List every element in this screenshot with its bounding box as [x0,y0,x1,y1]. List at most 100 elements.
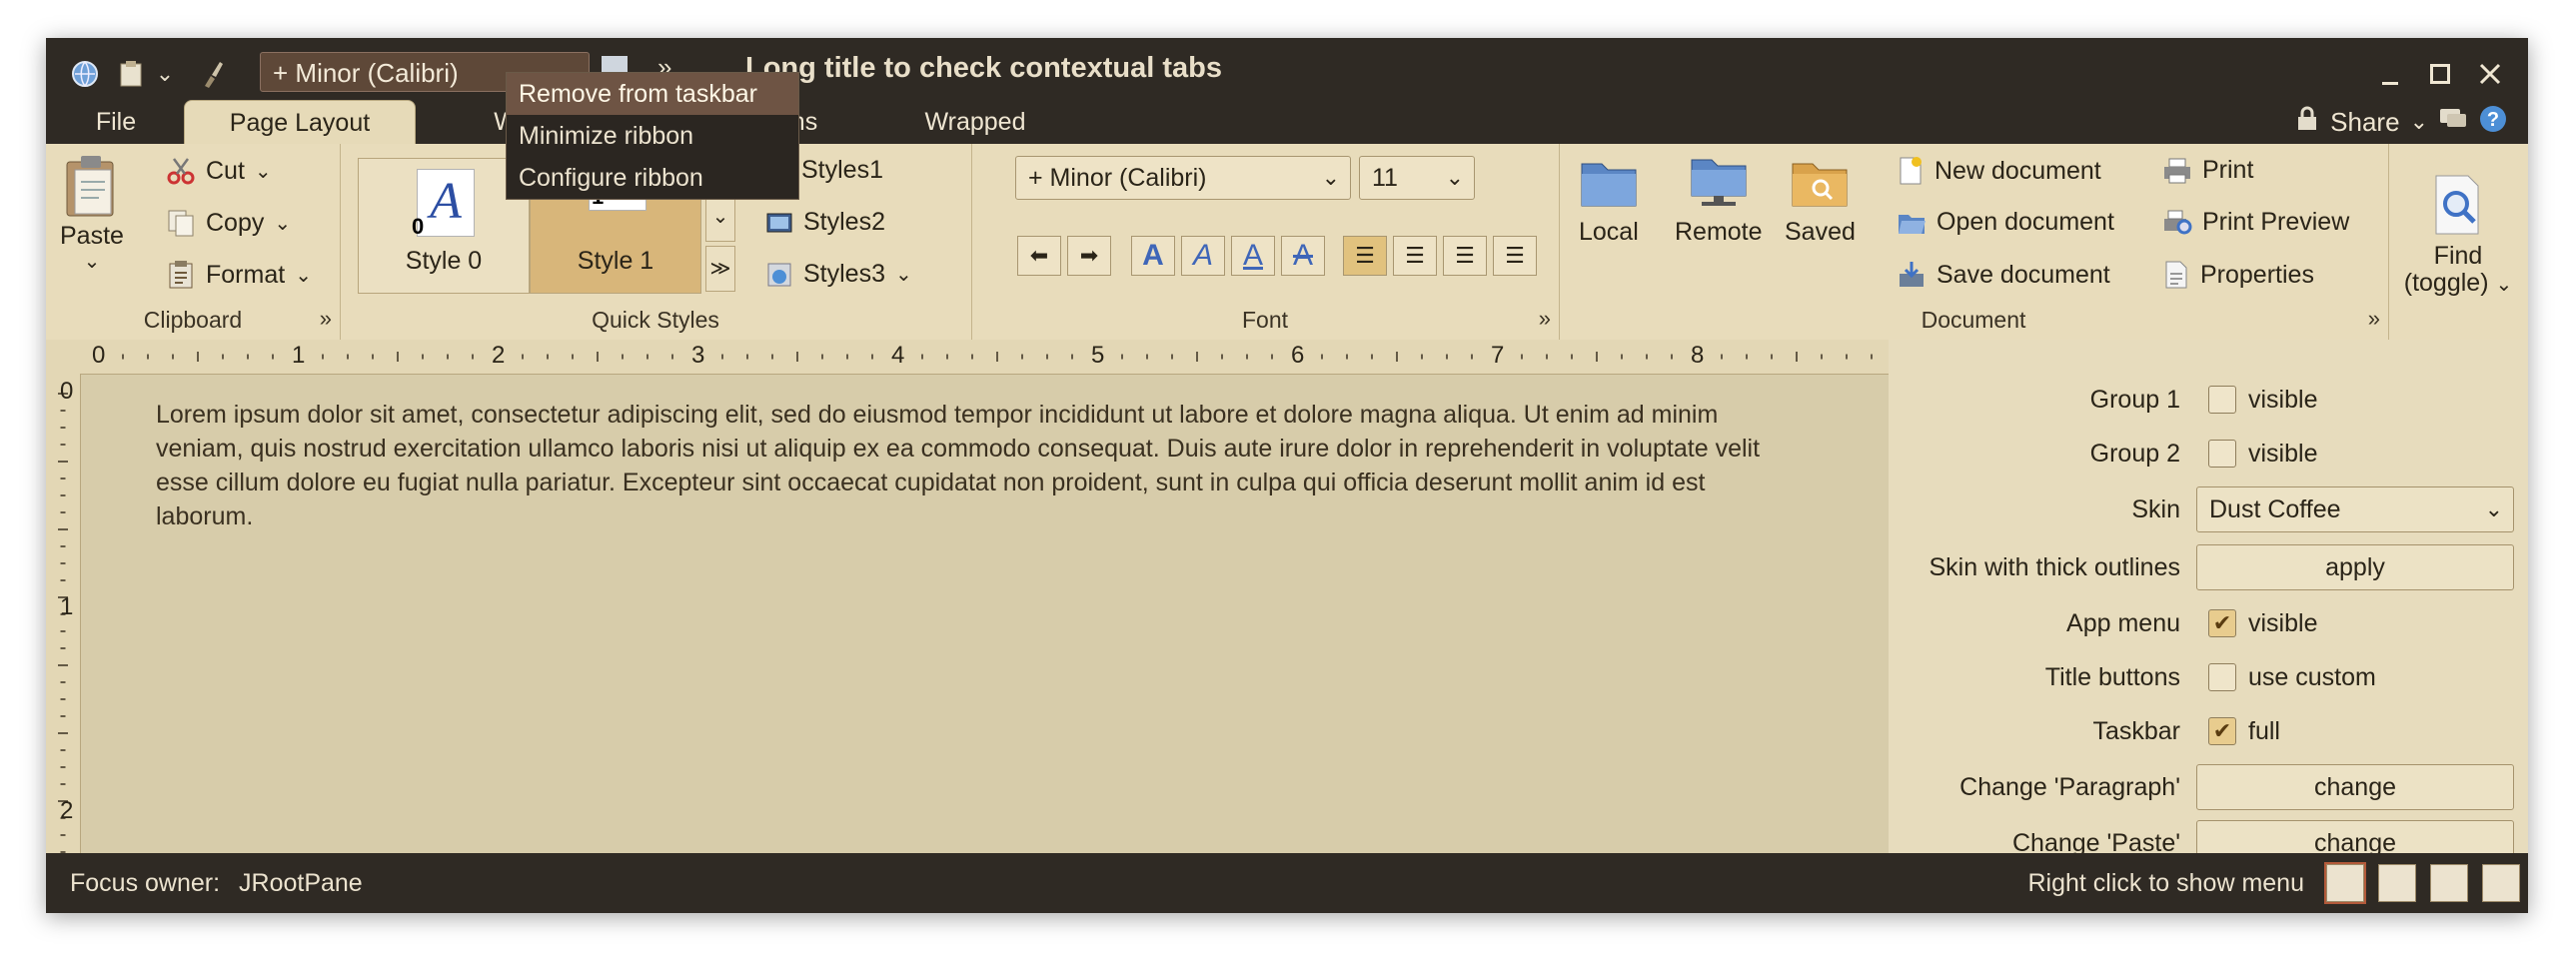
styles3-button[interactable]: Styles3 ⌄ [765,260,912,289]
styles2-button[interactable]: Styles2 [765,208,885,237]
open-document-button[interactable]: Open document [1897,208,2114,237]
strikethrough-a-icon: A [1292,239,1313,272]
document-launcher-icon[interactable]: » [2368,306,2380,332]
remote-label: Remote [1675,218,1763,246]
ruler-h-number: 3 [691,342,705,369]
print-button[interactable]: Print [2162,156,2253,185]
ruler-v-number: 2 [60,797,74,824]
print-preview-label: Print Preview [2202,208,2350,236]
group-find: Find (toggle) ⌄ [2388,144,2528,340]
align-left-button[interactable]: ☰ [1343,236,1387,276]
italic-button[interactable]: A [1181,236,1225,276]
comment-icon[interactable] [2438,106,2468,139]
find-toggle-button[interactable]: Find (toggle) ⌄ [2400,174,2516,298]
style-0-card[interactable]: A 0 Style 0 [358,158,530,294]
remote-button[interactable]: Remote [1675,154,1763,247]
font-family-combo[interactable]: + Minor (Calibri) ⌄ [1015,156,1351,200]
styles3-label: Styles3 [803,260,885,288]
font-size-combo[interactable]: 11 ⌄ [1359,156,1475,200]
gallery-scroll-down[interactable]: ⌄ [705,196,735,242]
setting-group1: Group 1 visible [1889,378,2528,422]
align-right-button[interactable]: ☰ [1443,236,1487,276]
brush-icon[interactable] [196,57,230,91]
copy-button[interactable]: Copy ⌄ [166,208,291,238]
print-preview-button[interactable]: Print Preview [2162,208,2349,237]
menu-item-remove-from-taskbar[interactable]: Remove from taskbar [507,73,798,115]
setting-taskbar: Taskbar ✔ full [1889,709,2528,753]
view-full-screen-icon[interactable] [2378,864,2416,902]
focus-owner-value: JRootPane [239,869,363,897]
minimize-button[interactable] [2368,52,2412,96]
menu-item-configure-ribbon[interactable]: Configure ribbon [507,157,798,199]
status-hint: Right click to show menu [2027,869,2304,897]
application-window: ⌄ + Minor (Calibri) ⌄ » Long title to ch… [46,38,2528,913]
close-icon [2479,63,2501,85]
focus-owner-label: Focus owner: [70,869,221,897]
paste-button[interactable]: Paste ⌄ [60,154,124,274]
tab-wrapped[interactable]: Wrapped [905,100,1045,144]
share-button[interactable]: Share [2330,107,2399,138]
font-family-combo-top-value: + Minor (Calibri) [273,58,459,88]
share-area: Share ⌄ ? [2294,100,2508,144]
chevron-down-icon[interactable]: ⌄ [2410,109,2428,135]
indent-decrease-button[interactable]: ⬅ [1017,236,1061,276]
strikethrough-button[interactable]: A [1281,236,1325,276]
new-document-label: New document [1934,156,2101,185]
setting-title-buttons: Title buttons use custom [1889,655,2528,699]
saved-label: Saved [1785,218,1856,246]
tab-file[interactable]: File [68,100,164,144]
new-document-button[interactable]: New document [1897,156,2101,186]
close-button[interactable] [2468,52,2512,96]
format-painter-icon [169,261,193,289]
clipboard-launcher-icon[interactable]: » [320,306,332,332]
view-draft-icon[interactable] [2482,864,2520,902]
minimize-icon [2382,81,2398,85]
format-button[interactable]: Format ⌄ [166,260,312,290]
clipboard-icon[interactable] [114,57,148,91]
app-menu-checkbox[interactable]: ✔ visible [2208,609,2317,638]
chevron-down-icon: ⌄ [254,160,272,183]
taskbar-checkbox[interactable]: ✔ full [2208,717,2280,746]
tab-page-layout[interactable]: Page Layout [184,100,416,145]
underline-button[interactable]: A [1231,236,1275,276]
apply-button[interactable]: apply [2196,544,2514,590]
saved-button[interactable]: Saved [1785,154,1856,247]
skin-combo[interactable]: Dust Coffee ⌄ [2196,486,2514,532]
help-icon[interactable]: ? [2478,104,2508,141]
style-0-label: Style 0 [405,247,483,275]
ruler-h-number: 8 [1691,342,1705,369]
title-buttons-checkbox[interactable]: use custom [2208,663,2376,692]
ruler-h-number: 0 [92,342,106,369]
properties-button[interactable]: Properties [2162,260,2314,290]
cut-button[interactable]: Cut ⌄ [166,156,272,186]
font-launcher-icon[interactable]: » [1539,306,1551,332]
ruler-v-number: 0 [60,378,74,405]
ruler-h-number: 5 [1091,342,1105,369]
gallery-expand-icon[interactable]: ≫ [705,246,735,292]
menu-item-minimize-ribbon[interactable]: Minimize ribbon [507,115,798,157]
view-print-layout-icon[interactable] [2324,862,2366,904]
maximize-button[interactable] [2418,52,2462,96]
indent-increase-button[interactable]: ➡ [1067,236,1111,276]
group2-checkbox[interactable]: visible [2208,440,2317,469]
local-button[interactable]: Local [1579,154,1639,247]
title-buttons-check-label: use custom [2248,662,2376,691]
bold-button[interactable]: A [1131,236,1175,276]
document-text[interactable]: Lorem ipsum dolor sit amet, consectetur … [156,398,1795,533]
group-clipboard: Paste ⌄ Cut ⌄ Copy ⌄ Format ⌄ Clipboard … [46,144,341,340]
settings-side-panel: Group 1 visible Group 2 visible Skin Dus… [1889,340,2528,853]
group-label-document: Document [1921,307,2026,333]
copy-icon [168,210,194,237]
document-editor[interactable]: 0 1 2 3 4 5 6 7 8 0 1 2 Lorem ipsum dolo… [46,340,1889,853]
chevron-down-icon[interactable]: ⌄ [148,57,182,91]
align-center-button[interactable]: ☰ [1393,236,1437,276]
change-paste-button[interactable]: change [2196,820,2514,853]
taskbar-label: Taskbar [2092,716,2180,745]
save-document-button[interactable]: Save document [1897,260,2110,290]
setting-change-paragraph: Change 'Paragraph' change [1889,764,2528,810]
align-justify-button[interactable]: ☰ [1493,236,1537,276]
change-paragraph-button[interactable]: change [2196,764,2514,810]
group1-checkbox[interactable]: visible [2208,386,2317,415]
view-web-layout-icon[interactable] [2430,864,2468,902]
app-menu-globe-icon[interactable] [68,57,102,91]
